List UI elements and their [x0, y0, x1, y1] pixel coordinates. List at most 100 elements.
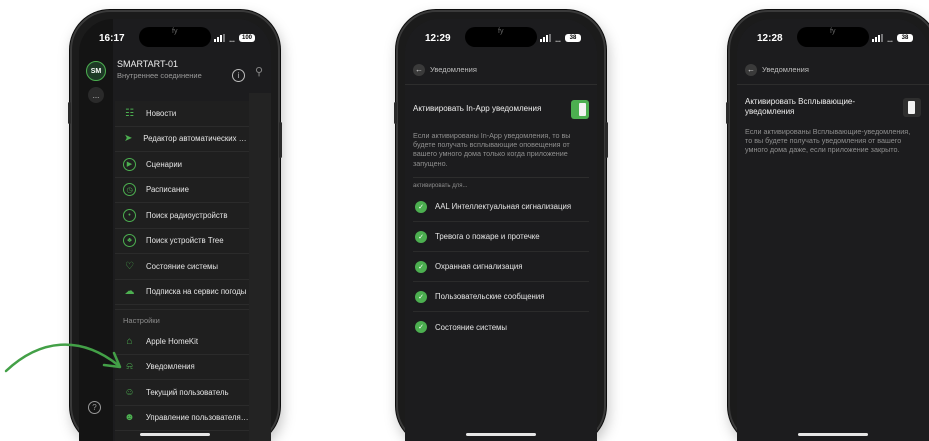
checkmark-icon: ✓ [415, 230, 427, 243]
checkmark-icon: ✓ [415, 290, 427, 303]
menu-item-news[interactable]: ☷ Новости [115, 101, 249, 127]
menu-item-label: Apple HomeKit [146, 336, 199, 346]
menu-item-weather[interactable]: ☁ Подписка на сервис погоды [115, 280, 249, 305]
power-button [605, 122, 608, 158]
status-time: 12:29 [425, 32, 451, 44]
category-aal-alarm[interactable]: ✓ AAL Интеллектуальная сигнализация [413, 192, 589, 222]
connection-name: SMARTART-01 [117, 59, 179, 69]
toggle-description: Если активированы In-App уведомления, то… [413, 131, 571, 168]
category-security-alarm[interactable]: ✓ Охранная сигнализация [413, 252, 589, 282]
page-title: Уведомления [762, 65, 809, 74]
toggle-label: Активировать In-App уведомления [413, 104, 542, 114]
battery-icon: 100 [239, 34, 255, 42]
screen-header: ← Уведомления [405, 55, 597, 85]
send-icon: ➤ [123, 133, 133, 145]
settings-header: Настройки [115, 309, 249, 329]
push-toggle[interactable] [903, 97, 921, 117]
status-time: 16:17 [99, 32, 125, 44]
menu-item-label: Поиск радиоустройств [146, 210, 228, 220]
battery-icon: 38 [897, 34, 913, 42]
category-label: Тревога о пожаре и протечке [435, 232, 540, 241]
pointer-arrow [4, 343, 122, 373]
menu-item-system-status[interactable]: ♡ Состояние системы [115, 254, 249, 280]
menu-item-schedule[interactable]: ◷ Расписание [115, 178, 249, 203]
tree-icon: ♣ [123, 234, 136, 248]
signal-icon [214, 34, 225, 42]
category-label: Охранная сигнализация [435, 262, 523, 271]
status-bar: 16:17 ﹎ 100 [99, 31, 255, 45]
heart-icon: ♡ [125, 260, 134, 272]
home-indicator [140, 433, 210, 436]
menu-item-notifications[interactable]: ⍾ Уведомления [115, 355, 249, 380]
checkmark-icon: ✓ [415, 260, 427, 273]
push-toggle-row: Активировать Всплывающие-уведомления [745, 89, 921, 125]
category-system-status[interactable]: ✓ Состояние системы [413, 312, 589, 342]
menu-item-label: Новости [146, 108, 177, 118]
status-time: 12:28 [757, 32, 783, 44]
checkmark-icon: ✓ [415, 321, 427, 333]
signal-icon [540, 34, 551, 42]
menu-item-label: Уведомления [146, 362, 195, 372]
volume-button [726, 102, 729, 124]
clock-icon: ◷ [123, 183, 136, 197]
wifi-icon: ﹎ [228, 33, 236, 43]
menu-item-tree-search[interactable]: ♣ Поиск устройств Tree [115, 229, 249, 254]
menu-item-radio-search[interactable]: • Поиск радиоустройств [115, 203, 249, 229]
more-button[interactable]: ... [88, 87, 104, 103]
signal-icon [872, 34, 883, 42]
toggle-knob [579, 102, 586, 116]
wifi-icon: ﹎ [554, 33, 562, 43]
screen-header: ← Уведомления [737, 55, 929, 85]
status-bar: 12:29 ﹎ 38 [425, 31, 581, 45]
side-menu: ☷ Новости ➤ Редактор автоматических сцен… [115, 101, 249, 441]
power-button [279, 122, 282, 158]
news-icon: ☷ [125, 107, 134, 119]
back-button[interactable]: ← [745, 63, 757, 76]
background-panel [249, 93, 271, 441]
category-label: Пользовательские сообщения [435, 292, 545, 301]
inapp-toggle-row: Активировать In-App уведомления [413, 91, 589, 127]
info-icon[interactable]: i [232, 69, 245, 82]
inapp-toggle[interactable] [571, 99, 589, 119]
back-button[interactable]: ← [413, 63, 425, 76]
phone-push-notifications: fy 12:28 ﹎ 38 ← Уведомления Активировать… [726, 10, 929, 441]
category-label: Состояние системы [435, 322, 508, 332]
status-bar: 12:28 ﹎ 38 [757, 31, 913, 45]
checkmark-icon: ✓ [415, 200, 427, 213]
divider [413, 177, 589, 178]
menu-item-homekit[interactable]: ⌂ Apple HomeKit [115, 329, 249, 355]
menu-item-scenarios[interactable]: ▶ Сценарии [115, 152, 249, 178]
screen: fy 12:28 ﹎ 38 ← Уведомления Активировать… [737, 19, 929, 441]
page-title: Уведомления [430, 65, 477, 74]
help-icon[interactable]: ? [88, 401, 101, 414]
menu-item-label: Редактор автоматических сценариев [143, 134, 249, 144]
wifi-icon: ﹎ [886, 33, 894, 43]
radio-icon: • [123, 208, 136, 222]
menu-item-label: Поиск устройств Tree [146, 236, 224, 246]
category-fire-leak[interactable]: ✓ Тревога о пожаре и протечке [413, 222, 589, 252]
notification-categories: ✓ AAL Интеллектуальная сигнализация ✓ Тр… [413, 192, 589, 342]
play-icon: ▶ [123, 157, 136, 171]
volume-button [394, 102, 397, 124]
menu-item-automation-editor[interactable]: ➤ Редактор автоматических сценариев [115, 127, 249, 152]
home-indicator [798, 433, 868, 436]
phone-inapp-notifications: fy 12:29 ﹎ 38 ← Уведомления Активировать… [394, 10, 608, 441]
screen: fy 12:29 ﹎ 38 ← Уведомления Активировать… [405, 19, 597, 441]
menu-item-label: Подписка на сервис погоды [146, 287, 247, 297]
category-label: AAL Интеллектуальная сигнализация [435, 202, 572, 211]
volume-button [68, 102, 71, 124]
home-indicator [466, 433, 536, 436]
weather-icon: ☁ [124, 286, 135, 298]
menu-item-label: Сценарии [146, 159, 183, 169]
menu-item-label: Текущий пользователь [146, 387, 229, 397]
menu-item-label: Состояние системы [146, 261, 219, 271]
avatar[interactable]: SM [86, 61, 106, 81]
menu-item-current-user[interactable]: ☺ Текущий пользователь [115, 380, 249, 406]
user-icon: ☺ [124, 386, 135, 398]
toggle-description: Если активированы Всплывающие-уведомлени… [745, 127, 911, 155]
menu-item-label: Расписание [146, 185, 189, 195]
users-icon: ☻ [124, 412, 135, 424]
menu-item-user-management[interactable]: ☻ Управление пользователями [115, 406, 249, 431]
category-user-messages[interactable]: ✓ Пользовательские сообщения [413, 282, 589, 312]
search-icon[interactable]: ⚲ [255, 65, 263, 78]
